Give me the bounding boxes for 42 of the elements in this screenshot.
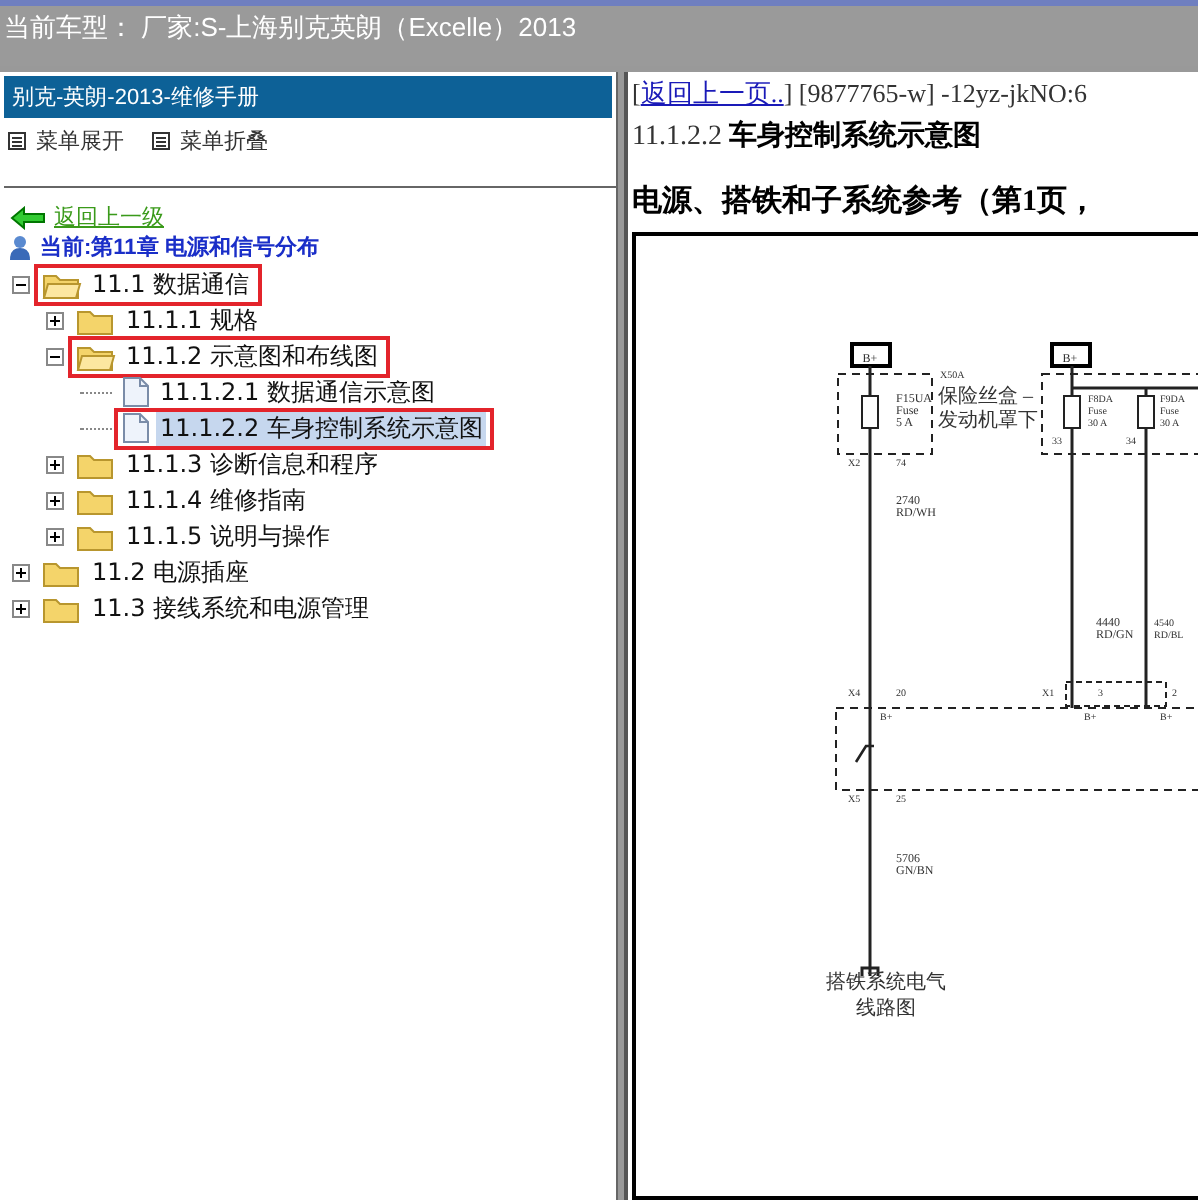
back-arrow-icon bbox=[10, 205, 46, 229]
document-icon bbox=[122, 376, 150, 408]
collapse-icon[interactable] bbox=[46, 347, 64, 365]
folder-icon bbox=[76, 341, 116, 371]
current-chapter: 当前:第11章 电源和信号分布 bbox=[40, 233, 319, 262]
user-icon bbox=[8, 233, 32, 261]
back-link[interactable]: 返回上一页.. bbox=[640, 78, 784, 108]
tree-item[interactable]: 11.3 接线系统和电源管理 bbox=[34, 587, 382, 629]
list-icon bbox=[8, 132, 26, 150]
tree-item[interactable]: 11.1.2.1 数据通信示意图 bbox=[114, 371, 447, 413]
manual-title: 别克-英朗-2013-维修手册 bbox=[12, 86, 259, 110]
highlighted-tree-item[interactable]: 11.1 数据通信 bbox=[34, 263, 262, 305]
subsection-heading: 电源、搭铁和子系统参考（第1页， bbox=[632, 182, 1099, 220]
expand-icon[interactable] bbox=[12, 563, 30, 581]
tree-item[interactable]: 11.2 电源插座 bbox=[34, 551, 262, 593]
expand-icon[interactable] bbox=[12, 599, 30, 617]
tree-item[interactable]: 11.1.1 规格 bbox=[68, 299, 270, 341]
folder-icon bbox=[42, 593, 82, 623]
page-reference: [返回上一页..] [9877765-w] -12yz-jkNO:6 bbox=[632, 76, 1089, 112]
menu-link[interactable]: 菜单展开 bbox=[8, 126, 124, 156]
window-title: 当前车型： 厂家:S-上海别克英朗（Excelle）2013 bbox=[4, 12, 577, 42]
tree-item[interactable]: 11.1.3 诊断信息和程序 bbox=[68, 443, 390, 485]
menu-link[interactable]: 菜单折叠 bbox=[152, 126, 268, 156]
folder-icon bbox=[76, 305, 116, 335]
folder-icon bbox=[42, 269, 82, 299]
expand-icon[interactable] bbox=[46, 455, 64, 473]
tree-item[interactable]: 11.1.5 说明与操作 bbox=[68, 515, 342, 557]
list-icon bbox=[152, 132, 170, 150]
folder-icon bbox=[76, 485, 116, 515]
expand-icon[interactable] bbox=[46, 491, 64, 509]
collapse-icon[interactable] bbox=[12, 275, 30, 293]
folder-icon bbox=[76, 521, 116, 551]
folder-icon bbox=[76, 449, 116, 479]
highlighted-tree-item[interactable]: 11.1.2.2 车身控制系统示意图 bbox=[114, 407, 495, 449]
section-heading: 11.1.2.2 车身控制系统示意图 bbox=[632, 118, 983, 154]
expand-icon[interactable] bbox=[46, 527, 64, 545]
highlighted-tree-item[interactable]: 11.1.2 示意图和布线图 bbox=[68, 335, 390, 377]
document-icon bbox=[122, 412, 150, 444]
tree-item[interactable]: 11.1.4 维修指南 bbox=[68, 479, 318, 521]
expand-icon[interactable] bbox=[46, 311, 64, 329]
back-link[interactable]: 返回上一级 bbox=[54, 202, 164, 232]
folder-icon bbox=[42, 557, 82, 587]
